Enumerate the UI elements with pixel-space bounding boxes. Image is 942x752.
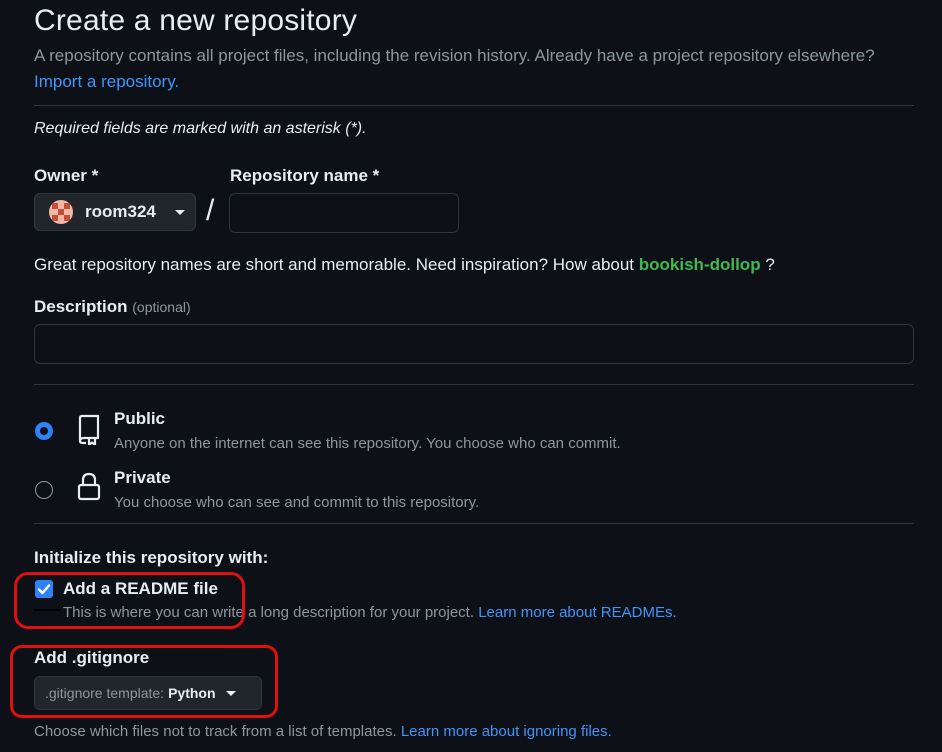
repository-name-label: Repository name * [230,166,380,185]
gitignore-description: Choose which files not to track from a l… [34,723,612,740]
optional-tag: (optional) [132,299,191,315]
owner-select-button[interactable]: room324 [34,193,196,231]
private-title: Private [114,468,171,487]
chevron-down-icon [174,209,185,215]
page-subtitle: A repository contains all project files,… [34,46,875,65]
description-input[interactable] [34,324,914,364]
suggested-name-link[interactable]: bookish-dollop [639,255,761,274]
hint-text: Great repository names are short and mem… [34,255,635,274]
learn-more-readmes-link[interactable]: Learn more about READMEs. [478,604,676,621]
divider [34,384,914,385]
avatar [49,200,73,224]
owner-name: room324 [85,202,156,221]
owner-repo-separator: / [206,194,215,227]
divider [34,105,914,106]
learn-more-ignoring-files-link[interactable]: Learn more about ignoring files. [401,723,612,740]
private-radio[interactable] [35,481,53,499]
import-repository-link[interactable]: Import a repository. [34,72,179,92]
divider [34,523,914,524]
description-label: Description (optional) [34,297,191,317]
public-description: Anyone on the internet can see this repo… [114,435,621,452]
public-title: Public [114,409,166,428]
repository-name-input[interactable] [229,193,459,233]
lock-icon [76,471,102,508]
public-radio[interactable] [35,422,53,440]
repository-name-hint: Great repository names are short and mem… [34,255,775,275]
repo-icon [76,413,102,450]
description-label-text: Description [34,297,128,316]
gitignore-description-text: Choose which files not to track from a l… [34,723,397,740]
initialize-heading: Initialize this repository with: [34,548,269,567]
page-title: Create a new repository [34,4,358,37]
annotation-outline-readme [14,572,245,629]
annotation-outline-gitignore [10,645,278,718]
required-fields-note: Required fields are marked with an aster… [34,120,367,137]
owner-label: Owner * [34,166,99,185]
private-description: You choose who can see and commit to thi… [114,494,480,511]
hint-suffix: ? [765,255,775,274]
